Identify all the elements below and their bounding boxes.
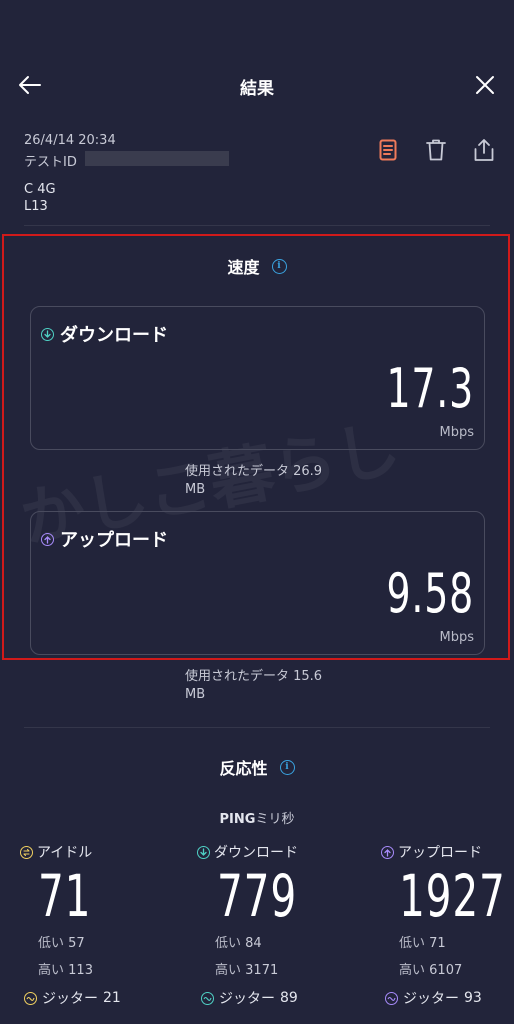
download-jitter: ジッター 89: [201, 988, 298, 1008]
document-button[interactable]: [376, 137, 400, 163]
device-name: L13: [24, 199, 48, 214]
idle-low: 低い 57: [38, 932, 85, 951]
document-icon: [379, 139, 397, 161]
download-high-label: 高い: [215, 963, 242, 978]
upload-data-used-text: 使用されたデータ 15.6: [185, 669, 323, 684]
upload-data-used-unit: MB: [185, 687, 206, 702]
highlight-frame: [2, 234, 510, 660]
download-jitter-value: 89: [280, 990, 298, 1006]
idle-high: 高い 113: [38, 959, 93, 978]
idle-jitter-value: 21: [103, 990, 121, 1006]
idle-low-value: 57: [68, 936, 85, 951]
download-ping-label-row: ダウンロード: [197, 842, 298, 862]
idle-high-value: 113: [68, 963, 93, 978]
ping-label: PING: [219, 812, 256, 827]
upload-high: 高い 6107: [399, 959, 462, 978]
upload-high-label: 高い: [399, 963, 426, 978]
upload-ping-label: アップロード: [398, 845, 482, 861]
ping-column-upload: アップロード 1927 低い 71 高い 6107 ジッター 93: [381, 840, 511, 1020]
download-arrow-icon: [197, 845, 210, 859]
upload-low-label: 低い: [399, 936, 426, 951]
upload-high-value: 6107: [429, 963, 463, 978]
close-icon: [476, 76, 494, 94]
download-ping-label: ダウンロード: [214, 845, 298, 861]
upload-jitter: ジッター 93: [385, 988, 482, 1008]
test-date: 26/4/14 20:34: [24, 133, 116, 148]
idle-low-label: 低い: [38, 936, 65, 951]
idle-label: アイドル: [37, 845, 93, 861]
download-low-value: 84: [245, 936, 262, 951]
responsiveness-title: 反応性: [219, 759, 268, 778]
responsiveness-title-row: 反応性 i: [0, 755, 514, 779]
page-title: 結果: [240, 79, 274, 99]
upload-jitter-value: 93: [464, 990, 482, 1006]
operator-name: C 4G: [24, 182, 56, 197]
close-button[interactable]: [470, 70, 500, 100]
download-jitter-label: ジッター: [219, 991, 275, 1007]
download-ping-value: 779: [217, 862, 298, 930]
idle-icon: [20, 845, 33, 859]
ping-column-idle: アイドル 71 低い 57 高い 113 ジッター 21: [20, 840, 170, 1020]
download-low: 低い 84: [215, 932, 262, 951]
upload-ping-value: 1927: [399, 862, 506, 930]
idle-jitter-label: ジッター: [42, 991, 98, 1007]
idle-ping-value: 71: [38, 862, 92, 930]
ping-column-download: ダウンロード 779 低い 84 高い 3171 ジッター 89: [197, 840, 357, 1020]
idle-high-label: 高い: [38, 963, 65, 978]
ping-header: PINGミリ秒: [0, 808, 514, 827]
upload-ping-label-row: アップロード: [381, 842, 482, 862]
download-high-value: 3171: [245, 963, 279, 978]
upload-jitter-label: ジッター: [403, 991, 459, 1007]
idle-jitter: ジッター 21: [24, 988, 121, 1008]
ping-unit: ミリ秒: [255, 812, 295, 827]
upload-arrow-icon: [381, 845, 394, 859]
jitter-icon: [24, 991, 37, 1005]
idle-label-row: アイドル: [20, 842, 92, 862]
share-icon: [474, 139, 494, 161]
test-id-label: テストID: [24, 155, 77, 170]
jitter-icon: [201, 991, 214, 1005]
test-id-redacted: [85, 151, 229, 166]
upload-low: 低い 71: [399, 932, 446, 951]
info-icon[interactable]: i: [279, 759, 295, 775]
jitter-icon: [385, 991, 398, 1005]
download-low-label: 低い: [215, 936, 242, 951]
delete-button[interactable]: [423, 137, 449, 163]
section-divider: [24, 727, 490, 728]
download-high: 高い 3171: [215, 959, 278, 978]
meta-divider: [24, 225, 490, 226]
upload-data-used: 使用されたデータ 15.6 MB: [185, 668, 322, 704]
upload-low-value: 71: [429, 936, 446, 951]
share-button[interactable]: [471, 136, 497, 164]
trash-icon: [426, 139, 446, 161]
